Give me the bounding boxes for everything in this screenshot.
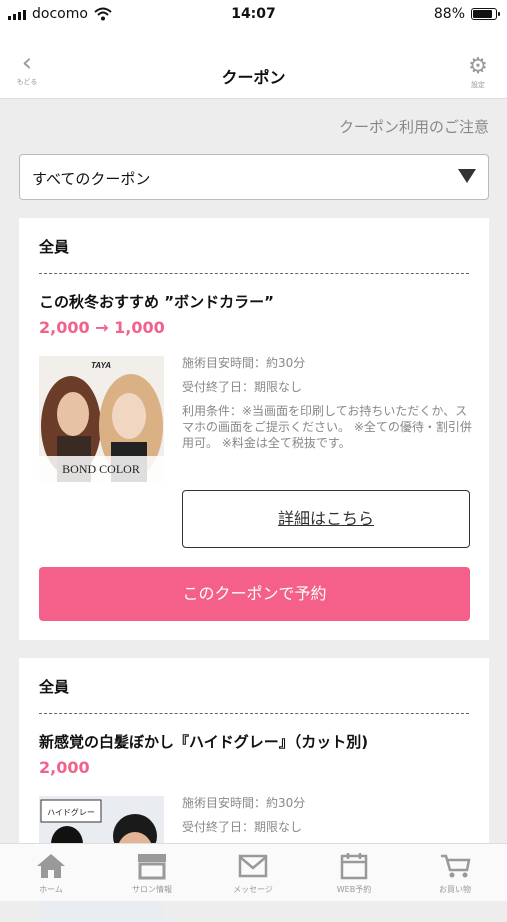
coupon-deadline: 受付終了日：期限なし xyxy=(182,820,303,834)
coupon-duration: 施術目安時間：約30分 xyxy=(182,796,306,810)
caret-down-icon xyxy=(458,169,476,183)
tab-label: WEB予約 xyxy=(336,885,372,894)
status-time: 14:07 xyxy=(231,6,276,22)
coupon-card: 全員 この秋冬おすすめ ”ボンドカラー” 2,000 → 1,000 TAYA … xyxy=(19,218,489,640)
coupon-title: この秋冬おすすめ ”ボンドカラー” xyxy=(39,293,274,311)
coupon-title: 新感覚の白髪ぼかし『ハイドグレー』（カット別) xyxy=(39,733,369,751)
coupon-image: TAYA BOND COLOR xyxy=(39,356,164,482)
tab-shopping[interactable]: お買い物 xyxy=(415,852,495,895)
tab-label: ホーム xyxy=(39,885,63,894)
page-title: クーポン xyxy=(221,68,286,87)
tab-label: お買い物 xyxy=(439,885,471,894)
settings-button[interactable]: ⚙ 設定 xyxy=(463,56,493,90)
gear-icon: ⚙ xyxy=(468,54,488,79)
home-icon xyxy=(37,854,65,878)
tab-bar: ホーム サロン情報 メッセージ WEB予約 お買い物 xyxy=(0,843,507,901)
coupon-info: 施術目安時間：約30分 受付終了日：期限なし 利用条件：※当画面を印刷してお持ち… xyxy=(182,355,472,459)
detail-button[interactable]: 詳細はこちら xyxy=(182,490,470,548)
coupon-filter-select[interactable]: すべてのクーポン xyxy=(19,154,489,200)
tab-web-reservation[interactable]: WEB予約 xyxy=(314,852,394,895)
coupon-audience: 全員 xyxy=(39,238,70,256)
tab-message[interactable]: メッセージ xyxy=(213,852,293,895)
tab-salon-info[interactable]: サロン情報 xyxy=(112,852,192,895)
nav-bar: ‹ もどる クーポン ⚙ 設定 xyxy=(0,30,507,99)
filter-value: すべてのクーポン xyxy=(32,170,151,188)
status-bar: docomo 14:07 88% xyxy=(0,0,507,30)
image-caption-text: BOND COLOR xyxy=(62,462,140,476)
shop-icon xyxy=(138,854,166,880)
dashed-divider xyxy=(39,713,469,714)
cart-icon xyxy=(441,854,471,878)
calendar-icon xyxy=(340,853,368,880)
tab-home[interactable]: ホーム xyxy=(11,852,91,895)
image-caption-text: ハイドグレー xyxy=(47,807,95,817)
reserve-with-coupon-button[interactable]: このクーポンで予約 xyxy=(39,567,470,621)
settings-label: 設定 xyxy=(471,81,485,89)
coupon-info: 施術目安時間：約30分 受付終了日：期限なし xyxy=(182,795,472,843)
coupon-duration: 施術目安時間：約30分 xyxy=(182,356,306,370)
status-right: 88% xyxy=(433,6,500,22)
tab-label: メッセージ xyxy=(233,885,273,894)
battery-percent: 88% xyxy=(433,6,465,22)
coupon-audience: 全員 xyxy=(39,678,70,696)
battery-icon xyxy=(471,8,500,20)
coupon-price: 2,000 xyxy=(39,758,90,777)
coupon-price: 2,000 → 1,000 xyxy=(39,318,165,337)
coupon-deadline: 受付終了日：期限なし xyxy=(182,380,303,394)
coupon-terms: 利用条件：※当画面を印刷してお持ちいただくか、スマホの画面をご提示ください。 ※… xyxy=(182,404,472,450)
mail-icon xyxy=(238,854,268,878)
coupon-notice-link[interactable]: クーポン利用のご注意 xyxy=(339,116,489,137)
tab-label: サロン情報 xyxy=(132,885,172,894)
image-brand-text: TAYA xyxy=(91,361,111,370)
dashed-divider xyxy=(39,273,469,274)
